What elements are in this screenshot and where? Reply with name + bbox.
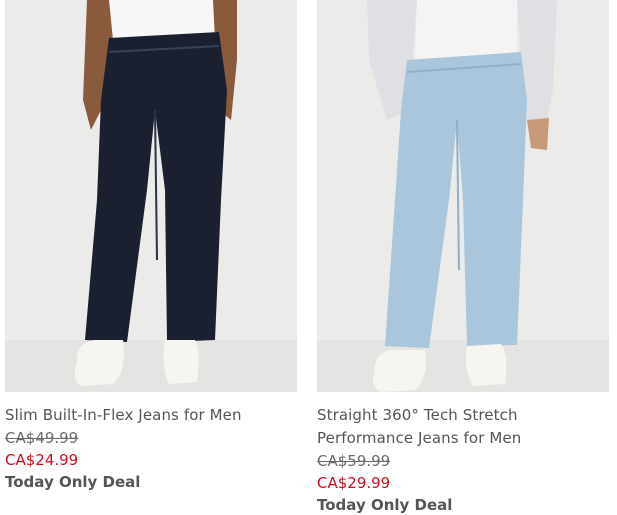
product-card[interactable]: Straight 360° Tech Stretch Performance J… [317,0,610,515]
product-photo-light-jeans [317,0,609,392]
product-title[interactable]: Straight 360° Tech Stretch Performance J… [317,404,610,450]
deal-label: Today Only Deal [317,496,453,514]
deal-label: Today Only Deal [5,473,141,491]
product-grid: Slim Built-In-Flex Jeans for Men CA$49.9… [0,0,617,515]
original-price: CA$49.99 [5,429,79,447]
sale-price: CA$24.99 [5,451,79,469]
product-photo-dark-jeans [5,0,297,392]
product-image[interactable] [5,0,297,392]
sale-price: CA$29.99 [317,474,391,492]
product-image[interactable] [317,0,609,392]
product-title[interactable]: Slim Built-In-Flex Jeans for Men [5,404,298,427]
original-price: CA$59.99 [317,452,391,470]
product-card[interactable]: Slim Built-In-Flex Jeans for Men CA$49.9… [5,0,298,493]
